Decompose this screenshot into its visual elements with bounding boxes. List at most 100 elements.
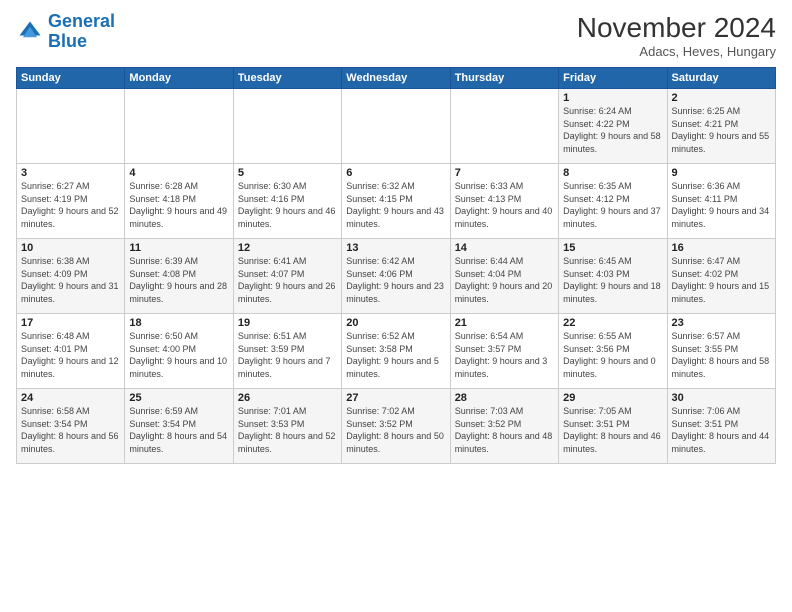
day-info: Sunrise: 7:02 AM Sunset: 3:52 PM Dayligh… [346,405,445,455]
subtitle: Adacs, Heves, Hungary [577,44,776,59]
cell-1-5: 8Sunrise: 6:35 AM Sunset: 4:12 PM Daylig… [559,164,667,239]
cell-0-5: 1Sunrise: 6:24 AM Sunset: 4:22 PM Daylig… [559,89,667,164]
day-info: Sunrise: 6:58 AM Sunset: 3:54 PM Dayligh… [21,405,120,455]
day-info: Sunrise: 6:50 AM Sunset: 4:00 PM Dayligh… [129,330,228,380]
day-number: 20 [346,317,445,329]
cell-3-2: 19Sunrise: 6:51 AM Sunset: 3:59 PM Dayli… [233,314,341,389]
cell-4-0: 24Sunrise: 6:58 AM Sunset: 3:54 PM Dayli… [17,389,125,464]
cell-2-3: 13Sunrise: 6:42 AM Sunset: 4:06 PM Dayli… [342,239,450,314]
calendar-table: Sunday Monday Tuesday Wednesday Thursday… [16,67,776,464]
day-number: 22 [563,317,662,329]
day-number: 13 [346,242,445,254]
day-number: 8 [563,167,662,179]
day-info: Sunrise: 6:59 AM Sunset: 3:54 PM Dayligh… [129,405,228,455]
col-wednesday: Wednesday [342,68,450,89]
cell-3-4: 21Sunrise: 6:54 AM Sunset: 3:57 PM Dayli… [450,314,558,389]
day-info: Sunrise: 6:42 AM Sunset: 4:06 PM Dayligh… [346,255,445,305]
cell-2-0: 10Sunrise: 6:38 AM Sunset: 4:09 PM Dayli… [17,239,125,314]
day-info: Sunrise: 6:39 AM Sunset: 4:08 PM Dayligh… [129,255,228,305]
cell-3-5: 22Sunrise: 6:55 AM Sunset: 3:56 PM Dayli… [559,314,667,389]
day-info: Sunrise: 6:54 AM Sunset: 3:57 PM Dayligh… [455,330,554,380]
month-title: November 2024 [577,12,776,44]
logo-line1: General [48,11,115,31]
day-number: 29 [563,392,662,404]
day-number: 28 [455,392,554,404]
day-number: 30 [672,392,771,404]
day-info: Sunrise: 6:57 AM Sunset: 3:55 PM Dayligh… [672,330,771,380]
day-number: 21 [455,317,554,329]
day-info: Sunrise: 6:38 AM Sunset: 4:09 PM Dayligh… [21,255,120,305]
header: General Blue November 2024 Adacs, Heves,… [16,12,776,59]
day-number: 27 [346,392,445,404]
cell-4-5: 29Sunrise: 7:05 AM Sunset: 3:51 PM Dayli… [559,389,667,464]
day-number: 16 [672,242,771,254]
day-info: Sunrise: 6:51 AM Sunset: 3:59 PM Dayligh… [238,330,337,380]
cell-3-6: 23Sunrise: 6:57 AM Sunset: 3:55 PM Dayli… [667,314,775,389]
day-info: Sunrise: 6:47 AM Sunset: 4:02 PM Dayligh… [672,255,771,305]
cell-4-4: 28Sunrise: 7:03 AM Sunset: 3:52 PM Dayli… [450,389,558,464]
logo-text: General Blue [48,12,115,52]
col-sunday: Sunday [17,68,125,89]
day-info: Sunrise: 6:30 AM Sunset: 4:16 PM Dayligh… [238,180,337,230]
day-info: Sunrise: 6:35 AM Sunset: 4:12 PM Dayligh… [563,180,662,230]
cell-2-5: 15Sunrise: 6:45 AM Sunset: 4:03 PM Dayli… [559,239,667,314]
cell-0-2 [233,89,341,164]
cell-0-1 [125,89,233,164]
day-number: 19 [238,317,337,329]
cell-1-1: 4Sunrise: 6:28 AM Sunset: 4:18 PM Daylig… [125,164,233,239]
day-info: Sunrise: 7:01 AM Sunset: 3:53 PM Dayligh… [238,405,337,455]
header-row: Sunday Monday Tuesday Wednesday Thursday… [17,68,776,89]
day-info: Sunrise: 7:03 AM Sunset: 3:52 PM Dayligh… [455,405,554,455]
day-info: Sunrise: 6:48 AM Sunset: 4:01 PM Dayligh… [21,330,120,380]
day-number: 14 [455,242,554,254]
day-number: 17 [21,317,120,329]
week-row-0: 1Sunrise: 6:24 AM Sunset: 4:22 PM Daylig… [17,89,776,164]
day-number: 23 [672,317,771,329]
logo-line2: Blue [48,31,87,51]
cell-4-1: 25Sunrise: 6:59 AM Sunset: 3:54 PM Dayli… [125,389,233,464]
cell-1-3: 6Sunrise: 6:32 AM Sunset: 4:15 PM Daylig… [342,164,450,239]
cell-1-2: 5Sunrise: 6:30 AM Sunset: 4:16 PM Daylig… [233,164,341,239]
day-info: Sunrise: 6:52 AM Sunset: 3:58 PM Dayligh… [346,330,445,380]
col-monday: Monday [125,68,233,89]
day-info: Sunrise: 6:36 AM Sunset: 4:11 PM Dayligh… [672,180,771,230]
cell-1-0: 3Sunrise: 6:27 AM Sunset: 4:19 PM Daylig… [17,164,125,239]
day-number: 25 [129,392,228,404]
day-info: Sunrise: 6:44 AM Sunset: 4:04 PM Dayligh… [455,255,554,305]
day-info: Sunrise: 6:28 AM Sunset: 4:18 PM Dayligh… [129,180,228,230]
day-info: Sunrise: 6:55 AM Sunset: 3:56 PM Dayligh… [563,330,662,380]
day-info: Sunrise: 6:25 AM Sunset: 4:21 PM Dayligh… [672,105,771,155]
day-number: 2 [672,92,771,104]
day-number: 3 [21,167,120,179]
day-number: 12 [238,242,337,254]
day-number: 15 [563,242,662,254]
cell-4-3: 27Sunrise: 7:02 AM Sunset: 3:52 PM Dayli… [342,389,450,464]
day-info: Sunrise: 6:27 AM Sunset: 4:19 PM Dayligh… [21,180,120,230]
logo-icon [16,18,44,46]
col-tuesday: Tuesday [233,68,341,89]
logo: General Blue [16,12,115,52]
calendar-body: 1Sunrise: 6:24 AM Sunset: 4:22 PM Daylig… [17,89,776,464]
day-number: 11 [129,242,228,254]
day-info: Sunrise: 7:06 AM Sunset: 3:51 PM Dayligh… [672,405,771,455]
title-block: November 2024 Adacs, Heves, Hungary [577,12,776,59]
day-number: 9 [672,167,771,179]
week-row-4: 24Sunrise: 6:58 AM Sunset: 3:54 PM Dayli… [17,389,776,464]
day-info: Sunrise: 6:33 AM Sunset: 4:13 PM Dayligh… [455,180,554,230]
day-info: Sunrise: 6:32 AM Sunset: 4:15 PM Dayligh… [346,180,445,230]
day-number: 24 [21,392,120,404]
col-saturday: Saturday [667,68,775,89]
day-info: Sunrise: 6:41 AM Sunset: 4:07 PM Dayligh… [238,255,337,305]
day-number: 10 [21,242,120,254]
day-number: 26 [238,392,337,404]
cell-1-4: 7Sunrise: 6:33 AM Sunset: 4:13 PM Daylig… [450,164,558,239]
day-number: 6 [346,167,445,179]
cell-0-6: 2Sunrise: 6:25 AM Sunset: 4:21 PM Daylig… [667,89,775,164]
week-row-1: 3Sunrise: 6:27 AM Sunset: 4:19 PM Daylig… [17,164,776,239]
col-thursday: Thursday [450,68,558,89]
day-number: 1 [563,92,662,104]
col-friday: Friday [559,68,667,89]
cell-4-2: 26Sunrise: 7:01 AM Sunset: 3:53 PM Dayli… [233,389,341,464]
day-info: Sunrise: 7:05 AM Sunset: 3:51 PM Dayligh… [563,405,662,455]
cell-2-6: 16Sunrise: 6:47 AM Sunset: 4:02 PM Dayli… [667,239,775,314]
